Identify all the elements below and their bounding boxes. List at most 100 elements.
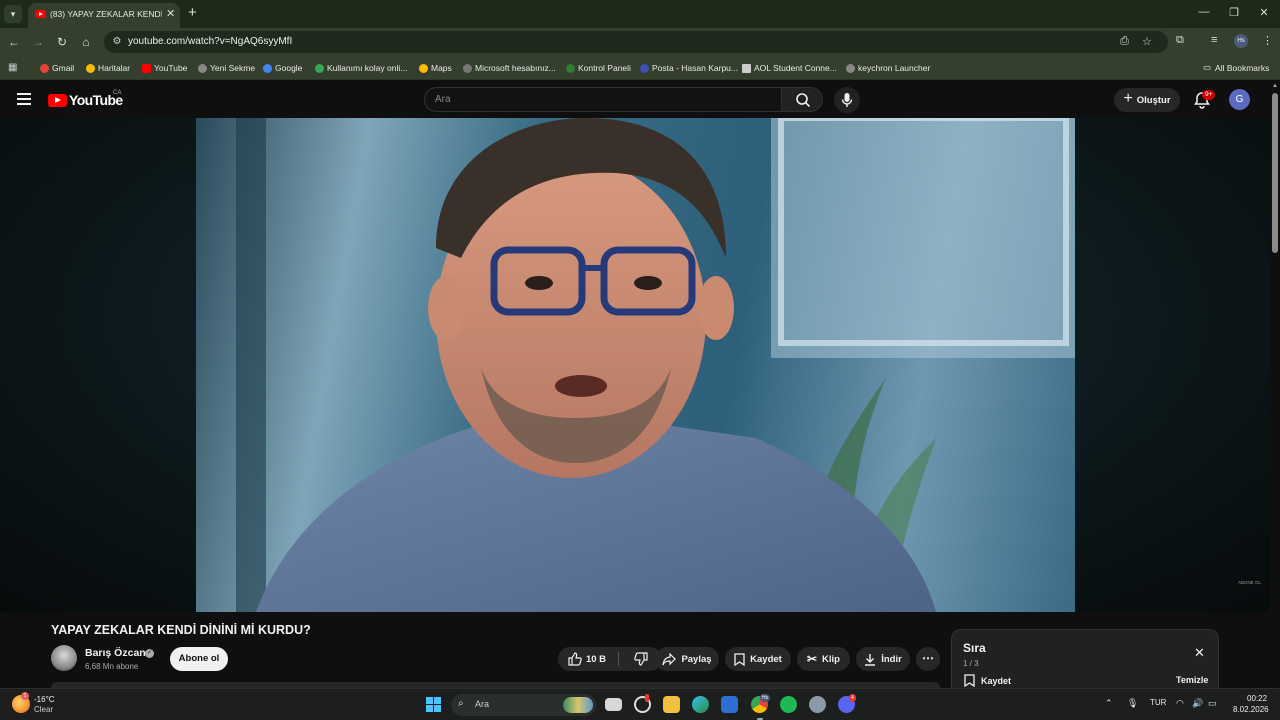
youtube-logo[interactable]: YouTube — [48, 92, 123, 108]
restore-button[interactable]: ❐ — [1226, 6, 1242, 19]
gmail-icon — [40, 63, 49, 73]
globe-icon — [463, 63, 472, 73]
bookmark-label: Kontrol Paneli — [578, 63, 631, 73]
search-icon — [796, 93, 811, 108]
task-view-icon[interactable] — [605, 698, 622, 711]
download-button[interactable]: İndir — [856, 647, 910, 671]
profile-avatar[interactable]: Hs — [1234, 34, 1248, 48]
edge-icon[interactable] — [692, 696, 709, 713]
page-scrollbar[interactable]: ▲ — [1270, 81, 1280, 688]
clock-date[interactable]: 8.02.2026 — [1233, 705, 1269, 714]
bookmarks-bar: ▦ Gmail Haritalar YouTube Yeni Sekme Goo… — [0, 55, 1280, 80]
clip-button[interactable]: ✂ Klip — [797, 647, 850, 671]
clock-time[interactable]: 00:22 — [1247, 694, 1267, 703]
forward-arrow-icon[interactable]: → — [30, 34, 46, 50]
subscriber-count: 6,68 Mn abone — [85, 662, 139, 671]
media-controls-icon[interactable]: ≡ — [1211, 34, 1217, 46]
site-info-icon[interactable]: ⚙ — [110, 35, 124, 49]
battery-icon[interactable]: ▭ — [1208, 698, 1217, 709]
youtube-favicon-icon — [35, 10, 46, 18]
all-bookmarks-label: All Bookmarks — [1215, 62, 1270, 73]
bookmark-label: AOL Student Conne... — [754, 63, 837, 73]
subscribe-watermark[interactable]: ABONE OL — [1238, 580, 1261, 585]
wifi-icon[interactable]: ◠ — [1176, 698, 1184, 709]
browser-tab-active[interactable]: (83) YAPAY ZEKALAR KENDİ DİN ✕ — [28, 3, 180, 28]
bookmark-haritalar[interactable]: Haritalar — [86, 62, 130, 74]
share-button[interactable]: Paylaş — [655, 647, 719, 671]
queue-save-button[interactable]: Kaydet — [964, 674, 1011, 687]
tray-overflow-chevron-icon[interactable]: ⌃ — [1105, 698, 1113, 709]
url-text: youtube.com/watch?v=NgAQ6syyMfI — [128, 36, 293, 47]
windows-start-icon[interactable] — [426, 697, 441, 712]
bookmark-gmail[interactable]: Gmail — [40, 62, 74, 74]
microsoft-store-icon[interactable] — [721, 696, 738, 713]
address-bar[interactable]: ⚙ youtube.com/watch?v=NgAQ6syyMfI ⎙ ☆ — [104, 31, 1168, 53]
all-bookmarks-button[interactable]: ▭ All Bookmarks — [1203, 62, 1269, 73]
bookmark-google[interactable]: Google — [263, 62, 302, 74]
weather-temperature[interactable]: -16°C — [34, 695, 55, 704]
bookmark-kullanimi[interactable]: Kullanımı kolay onli... — [315, 62, 407, 74]
s-logo-icon — [315, 63, 324, 73]
notification-badge: 9+ — [1202, 90, 1216, 100]
queue-clear-button[interactable]: Temizle — [1176, 675, 1208, 685]
bookmark-aol[interactable]: AOL Student Conne... — [742, 62, 837, 74]
search-input[interactable]: Ara — [424, 87, 782, 112]
bookmark-label: YouTube — [154, 63, 188, 73]
bookmark-kontrol-paneli[interactable]: Kontrol Paneli — [566, 62, 631, 74]
bookmark-yeni-sekme[interactable]: Yeni Sekme — [198, 62, 255, 74]
install-app-icon[interactable]: ⎙ — [1120, 35, 1129, 48]
settings-gear-icon[interactable] — [809, 696, 826, 713]
channel-name[interactable]: Barış Özcan — [85, 647, 146, 659]
microphone-tray-icon[interactable]: 🎙 — [1127, 698, 1138, 709]
like-button[interactable]: 10 B — [558, 647, 616, 671]
file-explorer-icon[interactable] — [663, 696, 680, 713]
map-pin-icon — [86, 63, 95, 73]
browser-tab-bar: ▾ (83) YAPAY ZEKALAR KENDİ DİN ✕ + — ❐ ✕ — [0, 0, 1280, 28]
channel-avatar[interactable] — [51, 645, 77, 671]
google-icon — [263, 63, 272, 73]
scrollbar-thumb[interactable] — [1272, 93, 1278, 253]
microphone-icon — [841, 93, 853, 107]
mail-icon — [640, 63, 649, 73]
extensions-icon[interactable]: ⧉ — [1176, 34, 1184, 47]
more-actions-icon[interactable]: ⋯ — [916, 647, 940, 671]
bookmark-posta[interactable]: Posta - Hasan Karpu... — [640, 62, 738, 74]
subscribe-button[interactable]: Abone ol — [170, 647, 228, 671]
queue-panel: Sıra 1 / 3 ✕ Kaydet Temizle — [951, 629, 1219, 688]
bookmark-microsoft[interactable]: Microsoft hesabınız... — [463, 62, 556, 74]
bookmark-keychron[interactable]: keychron Launcher — [846, 62, 930, 74]
verified-check-icon: ✓ — [145, 649, 154, 658]
minimize-button[interactable]: — — [1196, 6, 1212, 18]
scroll-up-arrow-icon[interactable]: ▲ — [1272, 83, 1278, 89]
volume-icon[interactable]: 🔊 — [1192, 698, 1203, 709]
screen: ▾ (83) YAPAY ZEKALAR KENDİ DİN ✕ + — ❐ ✕… — [0, 0, 1280, 720]
save-button[interactable]: Kaydet — [725, 647, 791, 671]
voice-search-button[interactable] — [834, 87, 860, 113]
close-window-button[interactable]: ✕ — [1256, 6, 1272, 19]
bookmark-youtube[interactable]: YouTube — [142, 62, 187, 74]
video-player[interactable] — [196, 118, 1075, 612]
back-arrow-icon[interactable]: ← — [6, 34, 22, 50]
bookmark-maps[interactable]: Maps — [419, 62, 452, 74]
reload-icon[interactable]: ↻ — [54, 34, 70, 50]
map-pin-icon — [419, 63, 428, 73]
browser-menu-icon[interactable]: ⋮ — [1262, 34, 1273, 47]
home-icon[interactable]: ⌂ — [78, 34, 94, 50]
close-icon[interactable]: ✕ — [1194, 645, 1205, 661]
apps-grid-icon[interactable]: ▦ — [8, 62, 17, 73]
tab-close-icon[interactable]: ✕ — [166, 7, 175, 20]
menu-icon[interactable] — [17, 93, 31, 105]
spotify-icon[interactable] — [780, 696, 797, 713]
input-language[interactable]: TUR — [1150, 698, 1166, 707]
account-avatar[interactable]: G — [1229, 89, 1250, 110]
save-label: Kaydet — [750, 653, 782, 665]
download-icon — [865, 653, 876, 666]
tab-search-button[interactable]: ▾ — [4, 5, 22, 23]
discord-badge: 4 — [849, 694, 856, 702]
create-button[interactable]: + Oluştur — [1114, 88, 1180, 112]
bookmark-label: Posta - Hasan Karpu... — [652, 63, 738, 73]
search-button[interactable] — [781, 87, 823, 112]
new-tab-button[interactable]: + — [188, 4, 197, 21]
bookmark-star-icon[interactable]: ☆ — [1142, 35, 1152, 48]
taskbar-search-input[interactable]: ⌕ Ara — [451, 694, 596, 716]
